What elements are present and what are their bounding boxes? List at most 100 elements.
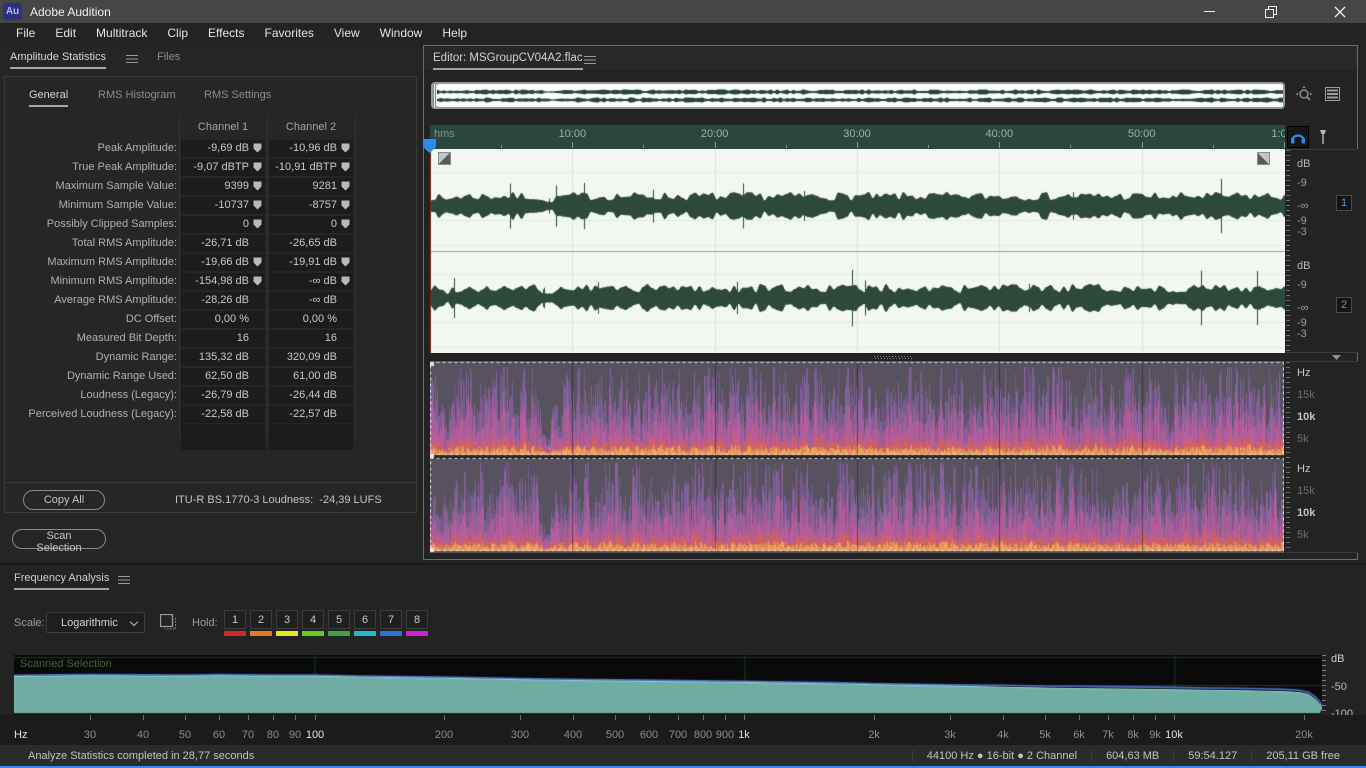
overview-navigator[interactable] bbox=[431, 82, 1285, 109]
stat-cell: 135,32 dB bbox=[181, 349, 265, 366]
copy-graph-icon[interactable] bbox=[160, 614, 178, 635]
stat-marker-icon[interactable] bbox=[341, 200, 350, 210]
timeline-tick bbox=[928, 145, 929, 148]
stat-label: Maximum Sample Value: bbox=[5, 180, 177, 192]
hold-button-7[interactable]: 7 bbox=[380, 610, 402, 629]
divider-grip-icon[interactable] bbox=[874, 356, 912, 359]
stat-marker-icon[interactable] bbox=[253, 181, 262, 191]
frequency-scale-label: 10k bbox=[1297, 507, 1315, 519]
monitor-headphones-icon[interactable] bbox=[1287, 126, 1309, 148]
tab-amplitude-statistics[interactable]: Amplitude Statistics bbox=[10, 51, 106, 69]
panel-menu-icon[interactable] bbox=[126, 55, 138, 63]
menu-item-view[interactable]: View bbox=[324, 24, 370, 42]
stat-cell: 62,50 dB bbox=[181, 368, 265, 385]
axis-tick-label: 1k bbox=[738, 729, 750, 741]
separator bbox=[5, 482, 416, 483]
collapse-arrow-icon[interactable] bbox=[1332, 355, 1341, 360]
stat-marker-icon[interactable] bbox=[253, 200, 262, 210]
status-file-info: 44100 Hz ● 16-bit ● 2 Channel604,63 MB59… bbox=[912, 745, 1354, 766]
amplitude-statistics-panel: Amplitude Statistics Files General RMS H… bbox=[0, 43, 420, 563]
status-segment: 59:54.127 bbox=[1173, 750, 1251, 762]
timeline-ruler[interactable]: hms 10:0020:0030:0040:0050:001:0 bbox=[430, 125, 1285, 149]
restore-button[interactable] bbox=[1248, 0, 1294, 23]
stat-marker-icon[interactable] bbox=[341, 219, 350, 229]
axis-tick bbox=[1003, 715, 1004, 720]
hz-unit-label: Hz bbox=[14, 729, 27, 741]
subtab-general[interactable]: General bbox=[29, 89, 68, 107]
stat-marker-icon[interactable] bbox=[253, 276, 262, 286]
stat-marker-icon[interactable] bbox=[253, 143, 262, 153]
scan-selection-button[interactable]: Scan Selection bbox=[12, 529, 106, 549]
hold-button-2[interactable]: 2 bbox=[250, 610, 272, 629]
ruler-pin-icon[interactable] bbox=[1317, 129, 1329, 150]
axis-tick-label: 3k bbox=[944, 729, 956, 741]
axis-tick bbox=[248, 715, 249, 720]
stat-marker-icon[interactable] bbox=[341, 276, 350, 286]
table-row: Minimum Sample Value:-10737-8757 bbox=[5, 196, 418, 215]
amplitude-scale: dB-9-∞-9-31dB-9-∞-9-32 bbox=[1286, 149, 1358, 353]
menu-item-multitrack[interactable]: Multitrack bbox=[86, 24, 157, 42]
menu-item-edit[interactable]: Edit bbox=[45, 24, 86, 42]
minimize-button[interactable] bbox=[1186, 0, 1232, 23]
menu-item-clip[interactable]: Clip bbox=[157, 24, 198, 42]
axis-tick bbox=[90, 715, 91, 720]
table-row: Perceived Loudness (Legacy):-22,58 dB-22… bbox=[5, 405, 418, 424]
editor-tab-title[interactable]: Editor: MSGroupCV04A2.flac bbox=[433, 52, 583, 70]
tab-files[interactable]: Files bbox=[157, 51, 180, 63]
menu-item-favorites[interactable]: Favorites bbox=[255, 24, 324, 42]
frequency-scale-label: Hz bbox=[1297, 367, 1310, 379]
stat-marker-icon[interactable] bbox=[253, 257, 262, 267]
copy-all-button[interactable]: Copy All bbox=[23, 490, 105, 510]
spectral-display-canvas[interactable] bbox=[430, 361, 1284, 553]
stat-value: -10737 bbox=[215, 199, 249, 211]
wave-spectral-divider[interactable] bbox=[424, 353, 1357, 361]
stat-marker-icon[interactable] bbox=[341, 162, 350, 172]
axis-tick-label: 400 bbox=[564, 729, 582, 741]
waveform-editor-canvas[interactable] bbox=[430, 149, 1285, 353]
hold-button-1[interactable]: 1 bbox=[224, 610, 246, 629]
stat-marker-icon[interactable] bbox=[341, 257, 350, 267]
amplitude-scale-label: dB bbox=[1297, 158, 1310, 170]
panel-menu-icon[interactable] bbox=[584, 56, 596, 64]
menu-item-file[interactable]: File bbox=[6, 24, 45, 42]
scale-dropdown[interactable]: Logarithmic bbox=[46, 612, 145, 633]
status-message: Analyze Statistics completed in 28,77 se… bbox=[28, 750, 254, 762]
fade-out-handle[interactable] bbox=[1257, 152, 1270, 165]
menu-item-help[interactable]: Help bbox=[432, 24, 477, 42]
close-button[interactable] bbox=[1317, 0, 1363, 23]
stat-marker-icon[interactable] bbox=[341, 143, 350, 153]
fade-in-handle[interactable] bbox=[438, 152, 451, 165]
hold-button-6[interactable]: 6 bbox=[354, 610, 376, 629]
playhead-marker[interactable] bbox=[423, 139, 436, 153]
axis-tick bbox=[744, 715, 745, 720]
subtab-rms-histogram[interactable]: RMS Histogram bbox=[98, 89, 176, 101]
stat-value: -19,66 dB bbox=[201, 256, 249, 268]
hold-button-5[interactable]: 5 bbox=[328, 610, 350, 629]
stat-value: -8757 bbox=[309, 199, 337, 211]
stat-cell: -10737 bbox=[181, 197, 265, 214]
stat-value: -9,69 dB bbox=[207, 142, 249, 154]
app-title: Adobe Audition bbox=[30, 5, 111, 19]
column-header-channel-2: Channel 2 bbox=[269, 121, 353, 133]
zoom-navigate-icon[interactable] bbox=[1296, 86, 1314, 107]
subtab-rms-settings[interactable]: RMS Settings bbox=[204, 89, 271, 101]
table-row: Dynamic Range Used:62,50 dB61,00 dB bbox=[5, 367, 418, 386]
stat-marker-icon[interactable] bbox=[341, 181, 350, 191]
channel-badge[interactable]: 2 bbox=[1336, 297, 1352, 313]
column-header-channel-1: Channel 1 bbox=[181, 121, 265, 133]
hold-button-8[interactable]: 8 bbox=[406, 610, 428, 629]
amplitude-scale-label: -3 bbox=[1297, 226, 1307, 238]
menu-item-effects[interactable]: Effects bbox=[198, 24, 254, 42]
stat-marker-icon[interactable] bbox=[253, 162, 262, 172]
menu-item-window[interactable]: Window bbox=[370, 24, 433, 42]
stat-marker-icon[interactable] bbox=[253, 219, 262, 229]
hold-button-4[interactable]: 4 bbox=[302, 610, 324, 629]
channel-badge[interactable]: 1 bbox=[1336, 195, 1352, 211]
editor-layout-icon[interactable] bbox=[1325, 87, 1340, 104]
hold-button-3[interactable]: 3 bbox=[276, 610, 298, 629]
table-row: Possibly Clipped Samples:00 bbox=[5, 215, 418, 234]
timeline-unit-label: hms bbox=[434, 128, 455, 140]
stat-value: -9,07 dBTP bbox=[193, 161, 249, 173]
tab-frequency-analysis[interactable]: Frequency Analysis bbox=[14, 572, 109, 590]
panel-menu-icon[interactable] bbox=[118, 576, 130, 584]
